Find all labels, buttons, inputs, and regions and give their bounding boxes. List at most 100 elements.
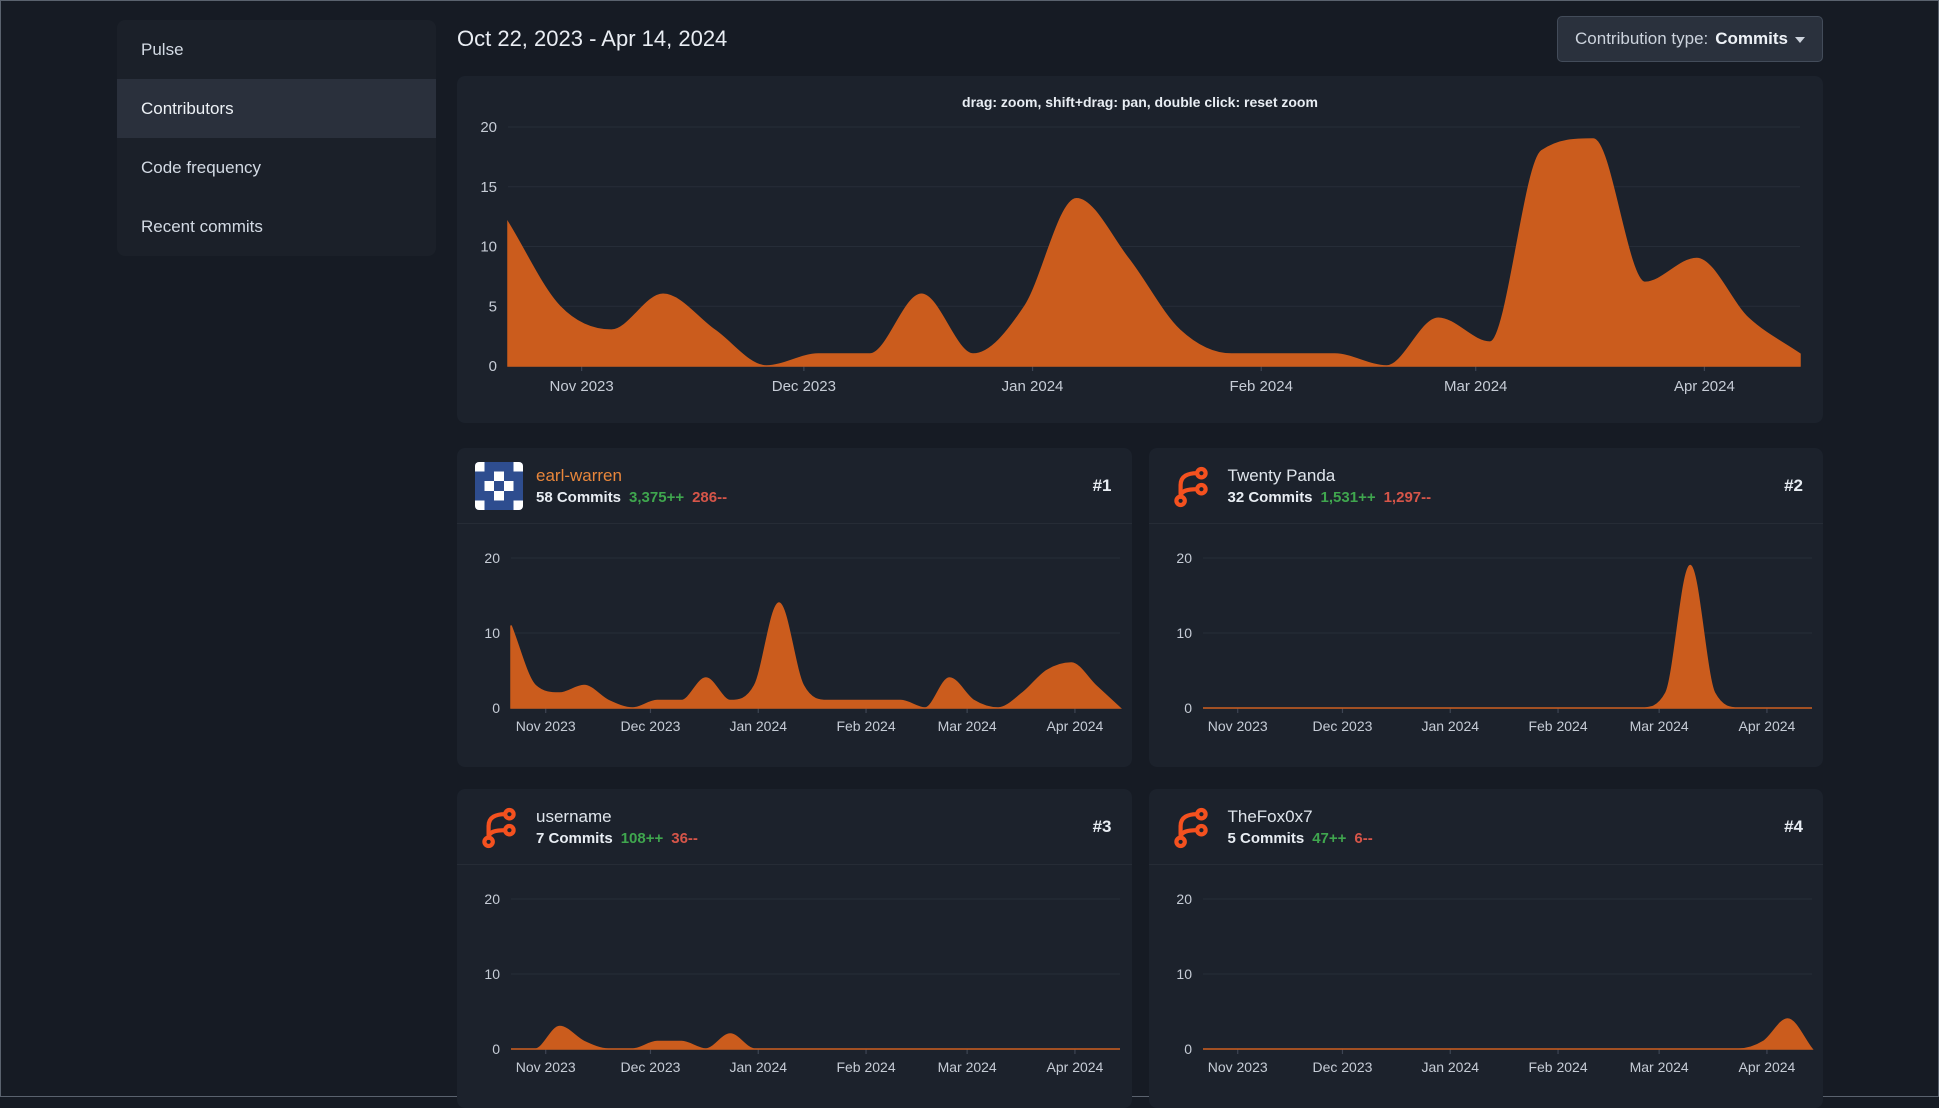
sidebar-item-recent-commits[interactable]: Recent commits [117, 197, 436, 256]
commit-count: 58 Commits [536, 489, 622, 506]
svg-text:10: 10 [1176, 966, 1192, 982]
commit-count: 7 Commits [536, 830, 613, 847]
svg-text:15: 15 [480, 179, 497, 196]
rank-badge: #2 [1784, 476, 1803, 495]
avatar[interactable] [1167, 803, 1215, 851]
avatar[interactable] [475, 803, 523, 851]
svg-text:0: 0 [1184, 700, 1192, 716]
svg-text:Apr 2024: Apr 2024 [1738, 718, 1795, 734]
forgejo-logo-icon [1173, 466, 1208, 508]
svg-text:Mar 2024: Mar 2024 [1444, 378, 1507, 395]
svg-text:Jan 2024: Jan 2024 [729, 1059, 787, 1075]
page-header: Oct 22, 2023 - Apr 14, 2024 Contribution… [457, 15, 1823, 62]
contributor-header: Twenty Panda 32 Commits 1,531++ 1,297-- … [1148, 448, 1823, 524]
identicon-avatar-image [475, 462, 523, 510]
contributor-card: Twenty Panda 32 Commits 1,531++ 1,297-- … [1148, 448, 1824, 767]
rank-badge: #4 [1784, 817, 1803, 836]
deletions-count: 6-- [1354, 830, 1373, 847]
contributor-name-link[interactable]: earl-warren [536, 466, 622, 486]
overall-chart-card: drag: zoom, shift+drag: pan, double clic… [457, 76, 1823, 423]
contribution-type-dropdown[interactable]: Contribution type: Commits [1557, 15, 1823, 62]
contribution-stats: 32 Commits 1,531++ 1,297-- [1228, 489, 1772, 506]
date-range-title: Oct 22, 2023 - Apr 14, 2024 [457, 25, 728, 51]
svg-text:Dec 2023: Dec 2023 [1312, 718, 1372, 734]
svg-text:Apr 2024: Apr 2024 [1047, 1059, 1104, 1075]
svg-text:Feb 2024: Feb 2024 [836, 718, 895, 734]
svg-text:Feb 2024: Feb 2024 [1230, 378, 1293, 395]
svg-text:Dec 2023: Dec 2023 [620, 718, 680, 734]
svg-text:Mar 2024: Mar 2024 [1629, 718, 1688, 734]
svg-text:20: 20 [1176, 891, 1192, 907]
contributor-info: Twenty Panda 32 Commits 1,531++ 1,297-- [1228, 466, 1772, 506]
contributor-card: earl-warren 58 Commits 3,375++ 286-- #1 … [457, 448, 1132, 767]
contributor-name-link[interactable]: Twenty Panda [1228, 466, 1336, 486]
svg-text:Apr 2024: Apr 2024 [1047, 718, 1104, 734]
deletions-count: 36-- [671, 830, 698, 847]
contributor-chart[interactable]: 0 10 20 Nov 2023 Dec 2023 Jan 2024 Feb 2024 Mar… [457, 524, 1132, 765]
contribution-stats: 5 Commits 47++ 6-- [1228, 830, 1772, 847]
svg-text:Dec 2023: Dec 2023 [620, 1059, 680, 1075]
additions-count: 1,531++ [1320, 489, 1376, 506]
svg-text:10: 10 [1176, 625, 1192, 641]
svg-text:0: 0 [489, 358, 497, 375]
forgejo-logo-icon [482, 807, 516, 849]
avatar[interactable] [1167, 462, 1215, 510]
sidebar-item-contributors[interactable]: Contributors [117, 79, 436, 138]
additions-count: 47++ [1312, 830, 1347, 847]
contributor-card: TheFox0x7 5 Commits 47++ 6-- #4 0 10 20 Nov… [1148, 789, 1824, 1108]
contributor-info: earl-warren 58 Commits 3,375++ 286-- [536, 466, 1080, 506]
avatar[interactable] [475, 462, 523, 510]
contributor-name-link[interactable]: TheFox0x7 [1228, 807, 1313, 827]
sidebar: Pulse Contributors Code frequency Recent… [117, 20, 436, 1108]
svg-text:Mar 2024: Mar 2024 [1629, 1059, 1688, 1075]
svg-text:0: 0 [1184, 1041, 1192, 1057]
main-content: Oct 22, 2023 - Apr 14, 2024 Contribution… [457, 1, 1823, 1108]
contributor-header: TheFox0x7 5 Commits 47++ 6-- #4 [1148, 789, 1823, 865]
contributor-info: username 7 Commits 108++ 36-- [536, 807, 1080, 847]
additions-count: 108++ [620, 830, 664, 847]
svg-text:10: 10 [484, 966, 500, 982]
deletions-count: 1,297-- [1383, 489, 1432, 506]
svg-text:10: 10 [484, 625, 500, 641]
svg-text:Nov 2023: Nov 2023 [1207, 718, 1267, 734]
rank-badge: #3 [1092, 817, 1112, 836]
commit-count: 32 Commits [1227, 489, 1313, 506]
svg-text:Feb 2024: Feb 2024 [1528, 718, 1587, 734]
contributor-name-link[interactable]: username [536, 807, 612, 827]
sidebar-item-code-frequency[interactable]: Code frequency [117, 138, 436, 197]
activity-menu: Pulse Contributors Code frequency Recent… [117, 20, 436, 256]
contributor-card: username 7 Commits 108++ 36-- #3 0 10 20 No… [457, 789, 1132, 1108]
chart-hint: drag: zoom, shift+drag: pan, double clic… [962, 94, 1318, 110]
svg-text:Nov 2023: Nov 2023 [516, 1059, 576, 1075]
svg-text:Jan 2024: Jan 2024 [1002, 378, 1064, 395]
svg-text:Jan 2024: Jan 2024 [1421, 718, 1479, 734]
svg-text:Feb 2024: Feb 2024 [1528, 1059, 1587, 1075]
rank-badge: #1 [1092, 476, 1112, 495]
svg-text:Dec 2023: Dec 2023 [1312, 1059, 1372, 1075]
svg-text:Apr 2024: Apr 2024 [1738, 1059, 1795, 1075]
contributor-header: username 7 Commits 108++ 36-- #3 [457, 789, 1132, 865]
svg-text:Mar 2024: Mar 2024 [938, 718, 997, 734]
svg-text:Jan 2024: Jan 2024 [1421, 1059, 1479, 1075]
svg-text:10: 10 [480, 239, 497, 256]
additions-count: 3,375++ [629, 489, 685, 506]
contributor-chart[interactable]: 0 10 20 Nov 2023 Dec 2023 Jan 2024 Feb 2024 Mar… [1149, 865, 1824, 1106]
contributor-cards-grid: earl-warren 58 Commits 3,375++ 286-- #1 … [457, 448, 1823, 1108]
contribution-type-label: Contribution type: [1575, 28, 1709, 48]
chevron-down-icon [1795, 36, 1805, 48]
contribution-stats: 58 Commits 3,375++ 286-- [536, 489, 1080, 506]
deletions-count: 286-- [692, 489, 728, 506]
svg-text:20: 20 [484, 550, 500, 566]
svg-text:5: 5 [489, 298, 497, 315]
svg-text:20: 20 [1176, 550, 1192, 566]
contributor-chart[interactable]: 0 10 20 Nov 2023 Dec 2023 Jan 2024 Feb 2024 Mar… [1149, 524, 1824, 765]
svg-text:Dec 2023: Dec 2023 [772, 378, 836, 395]
svg-text:Apr 2024: Apr 2024 [1674, 378, 1735, 395]
contributor-chart[interactable]: 0 10 20 Nov 2023 Dec 2023 Jan 2024 Feb 2024 Mar… [457, 865, 1132, 1106]
sidebar-item-pulse[interactable]: Pulse [117, 20, 436, 79]
contribution-stats: 7 Commits 108++ 36-- [536, 830, 1080, 847]
svg-text:0: 0 [492, 1041, 500, 1057]
svg-text:0: 0 [492, 700, 500, 716]
svg-text:Jan 2024: Jan 2024 [729, 718, 787, 734]
svg-text:20: 20 [480, 119, 497, 136]
